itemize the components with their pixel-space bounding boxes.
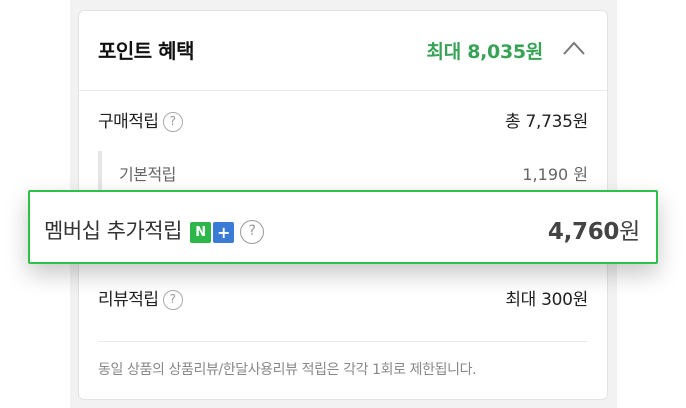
basic-point-label: 기본적립 bbox=[119, 165, 176, 184]
membership-point-label: 멤버십 추가적립 N +? bbox=[44, 215, 264, 245]
review-point-label-text: 리뷰적립 bbox=[98, 290, 159, 310]
purchase-point-label: 구매적립? bbox=[98, 107, 183, 132]
review-point-value: 최대 300원 bbox=[505, 290, 588, 310]
chevron-up-icon[interactable] bbox=[563, 41, 585, 55]
card-title: 포인트 혜택 bbox=[98, 39, 194, 63]
purchase-point-value: 총 7,735원 bbox=[505, 112, 588, 132]
help-icon[interactable]: ? bbox=[162, 112, 183, 132]
membership-point-amount: 4,760 bbox=[547, 219, 620, 245]
membership-point-highlight: 멤버십 추가적립 N +? 4,760원 bbox=[28, 190, 658, 264]
purchase-point-label-text: 구매적립 bbox=[98, 112, 159, 132]
membership-point-unit: 원 bbox=[619, 219, 640, 245]
max-point-total: 최대 8,035원 bbox=[426, 41, 544, 63]
help-icon[interactable]: ? bbox=[239, 220, 264, 244]
point-benefit-header[interactable]: 포인트 혜택 최대 8,035원 bbox=[79, 11, 607, 91]
divider bbox=[98, 341, 588, 342]
purchase-point-row: 구매적립? 총 7,735원 bbox=[98, 107, 588, 133]
review-point-label: 리뷰적립? bbox=[98, 285, 183, 310]
sub-row-indicator bbox=[98, 151, 102, 191]
naver-n-badge-icon: N bbox=[189, 221, 211, 243]
membership-point-label-text: 멤버십 추가적립 bbox=[44, 219, 182, 243]
help-icon[interactable]: ? bbox=[162, 290, 183, 310]
membership-point-value: 4,760원 bbox=[548, 212, 640, 246]
basic-point-value: 1,190 원 bbox=[522, 165, 588, 184]
basic-point-row: 기본적립 1,190 원 bbox=[119, 161, 588, 187]
review-limit-notice: 동일 상품의 상품리뷰/한달사용리뷰 적립은 각각 1회로 제한됩니다. bbox=[98, 362, 477, 378]
review-point-row: 리뷰적립? 최대 300원 bbox=[98, 285, 588, 311]
plus-badge-icon: + bbox=[212, 221, 234, 243]
